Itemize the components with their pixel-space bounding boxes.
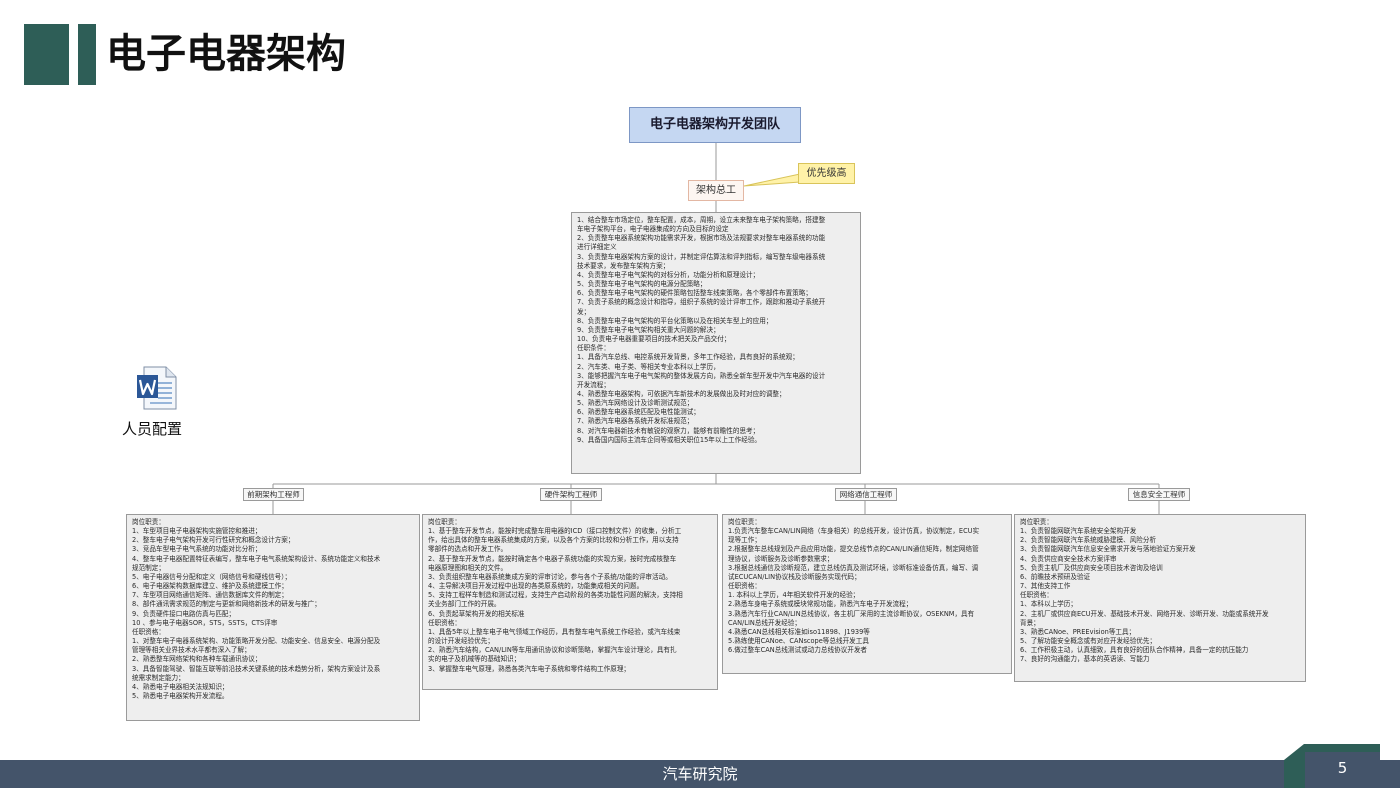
- staffing-label: 人员配置: [122, 420, 183, 438]
- page-number: 5: [1337, 759, 1348, 777]
- information-security-description: 岗位职责： 1、负责智能网联汽车系统安全架构开发 2、负责智能网联汽车系统威胁建模、…: [1014, 514, 1306, 682]
- branch-label-information-security: 信息安全工程师: [1128, 488, 1190, 501]
- footer-text: 汽车研究院: [662, 765, 738, 783]
- network-communication-description: 岗位职责： 1.负责汽车整车CAN/LIN网络（车身相关）的总线开发，设计仿真，协…: [722, 514, 1012, 674]
- chief-architect-description: 1、结合整车市场定位，整车配置，成本，周期，设立未来整车电子架构策略，搭建整 车电…: [571, 212, 861, 474]
- root-node-team: 电子电器架构开发团队: [629, 107, 801, 143]
- word-document-icon[interactable]: [136, 366, 178, 410]
- branch-label-network-communication: 网络通信工程师: [835, 488, 897, 501]
- pre-architecture-description: 岗位职责： 1、车型项目电子电器架构实施管控和推进； 2、整车电子电气架构开发可行性…: [126, 514, 420, 721]
- chief-architect-node: 架构总工: [688, 180, 744, 201]
- branch-label-pre-architecture: 前期架构工程师: [243, 488, 304, 501]
- branch-label-hardware-architecture: 硬件架构工程师: [540, 488, 602, 501]
- hardware-architecture-description: 岗位职责： 1、基于整车开发节点，能按时完成整车用电器的ICD（接口控制文件）的收…: [422, 514, 718, 690]
- priority-callout: 优先级高: [798, 163, 855, 184]
